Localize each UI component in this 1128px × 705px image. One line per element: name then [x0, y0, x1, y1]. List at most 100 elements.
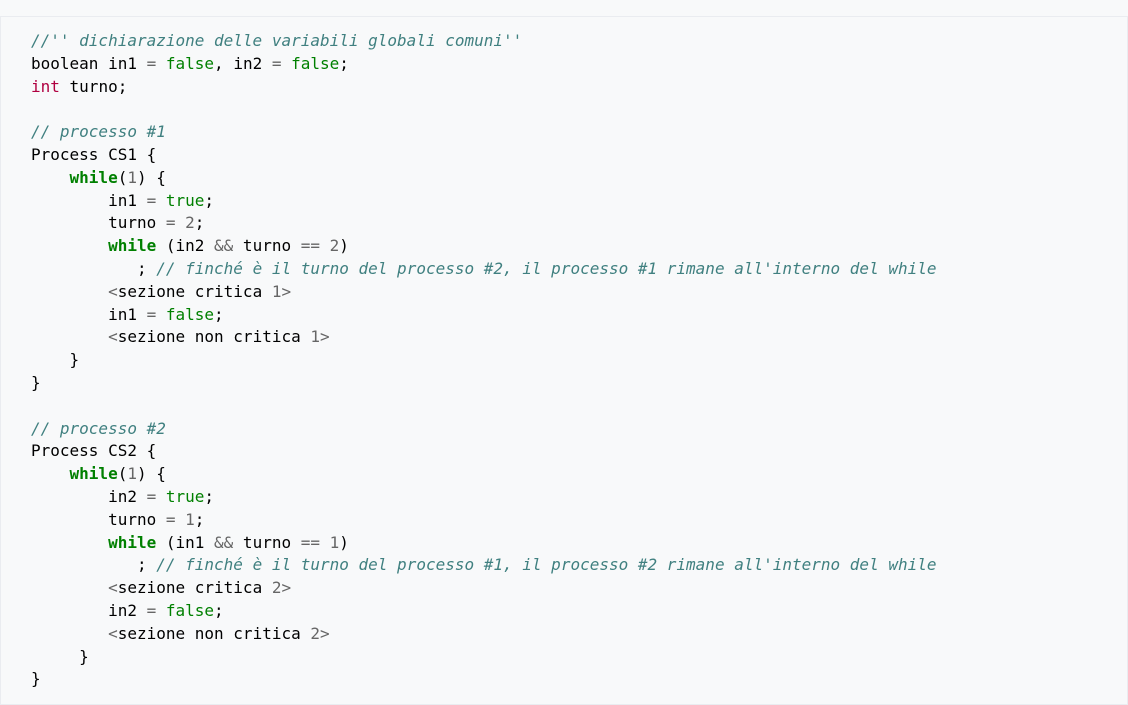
code-text: ( — [117, 167, 128, 187]
code-keyword: while — [108, 532, 157, 552]
code-line: <sezione critica 2> — [31, 577, 1127, 600]
code-block: //'' dichiarazione delle variabili globa… — [0, 16, 1128, 705]
code-text: ) — [339, 236, 349, 256]
code-text: in1 — [31, 304, 147, 324]
code-line: ; // finché è il turno del processo #2, … — [31, 258, 1127, 281]
code-comment: // finché è il turno del processo #2, il… — [156, 258, 937, 278]
code-text: Process CS1 { — [31, 144, 157, 164]
code-boolean: false — [291, 53, 340, 73]
code-line: Process CS2 { — [31, 440, 1127, 463]
code-line: in2 = false; — [31, 600, 1127, 623]
code-operator: = — [165, 509, 176, 529]
code-line: } — [31, 349, 1127, 372]
code-text: (in2 — [156, 236, 215, 256]
code-comment: // processo #2 — [31, 418, 166, 438]
code-text: turno — [31, 213, 166, 233]
code-keyword: while — [69, 167, 118, 187]
code-number: 1 — [310, 327, 320, 347]
code-line: // processo #2 — [31, 418, 1127, 441]
code-operator: < — [108, 327, 118, 347]
code-text: sezione critica — [117, 281, 272, 301]
code-comment: // processo #1 — [31, 122, 166, 142]
code-text: ; — [194, 509, 205, 529]
code-boolean: true — [165, 486, 205, 506]
code-text: ) — [339, 532, 349, 552]
code-operator: < — [108, 623, 118, 643]
code-operator: && — [214, 236, 234, 256]
code-text: ; — [204, 190, 215, 210]
code-number: 2 — [310, 623, 320, 643]
code-type: int — [31, 76, 60, 96]
code-line: boolean in1 = false, in2 = false; — [31, 53, 1127, 76]
code-operator: = — [146, 486, 157, 506]
code-line: in2 = true; — [31, 486, 1127, 509]
code-boolean: false — [165, 304, 215, 324]
code-line: int turno; — [31, 76, 1127, 99]
code-comment: //'' dichiarazione delle variabili globa… — [31, 31, 523, 50]
code-operator: == — [300, 532, 320, 552]
code-line: //'' dichiarazione delle variabili globa… — [31, 30, 1127, 53]
code-operator: = — [146, 53, 157, 73]
code-line: } — [31, 372, 1127, 395]
code-operator: > — [320, 327, 330, 347]
code-text: ; — [31, 555, 157, 575]
code-text: ; — [214, 600, 224, 620]
code-text: sezione non critica — [117, 623, 311, 643]
code-line: <sezione non critica 2> — [31, 623, 1127, 646]
code-operator: == — [300, 236, 320, 256]
code-line: turno = 2; — [31, 212, 1127, 235]
code-text: } — [31, 350, 80, 370]
code-text: , in2 — [214, 53, 272, 73]
code-line: // processo #1 — [31, 121, 1127, 144]
code-text: in2 — [31, 600, 147, 620]
code-keyword: while — [108, 236, 157, 256]
code-text: turno — [233, 532, 301, 552]
code-boolean: true — [165, 190, 205, 210]
code-operator: = — [146, 190, 157, 210]
code-operator: = — [146, 600, 157, 620]
code-number: 2 — [329, 236, 340, 256]
code-keyword: while — [69, 464, 118, 484]
code-line: while(1) { — [31, 167, 1127, 190]
code-line: while (in2 && turno == 2) — [31, 235, 1127, 258]
code-text: } — [31, 372, 41, 392]
code-text: ) { — [136, 167, 166, 187]
code-line: } — [31, 668, 1127, 691]
code-text: turno — [31, 509, 166, 529]
code-number: 1 — [127, 464, 137, 484]
code-text: in2 — [31, 486, 147, 506]
code-text: in1 — [31, 190, 147, 210]
code-text: turno — [233, 236, 301, 256]
code-text: Process CS2 { — [31, 441, 157, 461]
code-text: ; — [339, 53, 349, 73]
code-text: } — [31, 669, 41, 689]
code-operator: < — [108, 578, 118, 598]
code-text: ; — [31, 258, 157, 278]
code-text: ) { — [136, 464, 166, 484]
code-operator: = — [165, 213, 176, 233]
code-text: sezione non critica — [117, 327, 311, 347]
code-operator: > — [281, 578, 292, 598]
code-number: 2 — [185, 213, 195, 233]
code-number: 1 — [329, 532, 340, 552]
code-text: sezione critica — [117, 578, 272, 598]
code-number: 1 — [185, 509, 195, 529]
code-operator: > — [320, 623, 330, 643]
code-text: (in1 — [156, 532, 215, 552]
code-text: ( — [117, 464, 128, 484]
